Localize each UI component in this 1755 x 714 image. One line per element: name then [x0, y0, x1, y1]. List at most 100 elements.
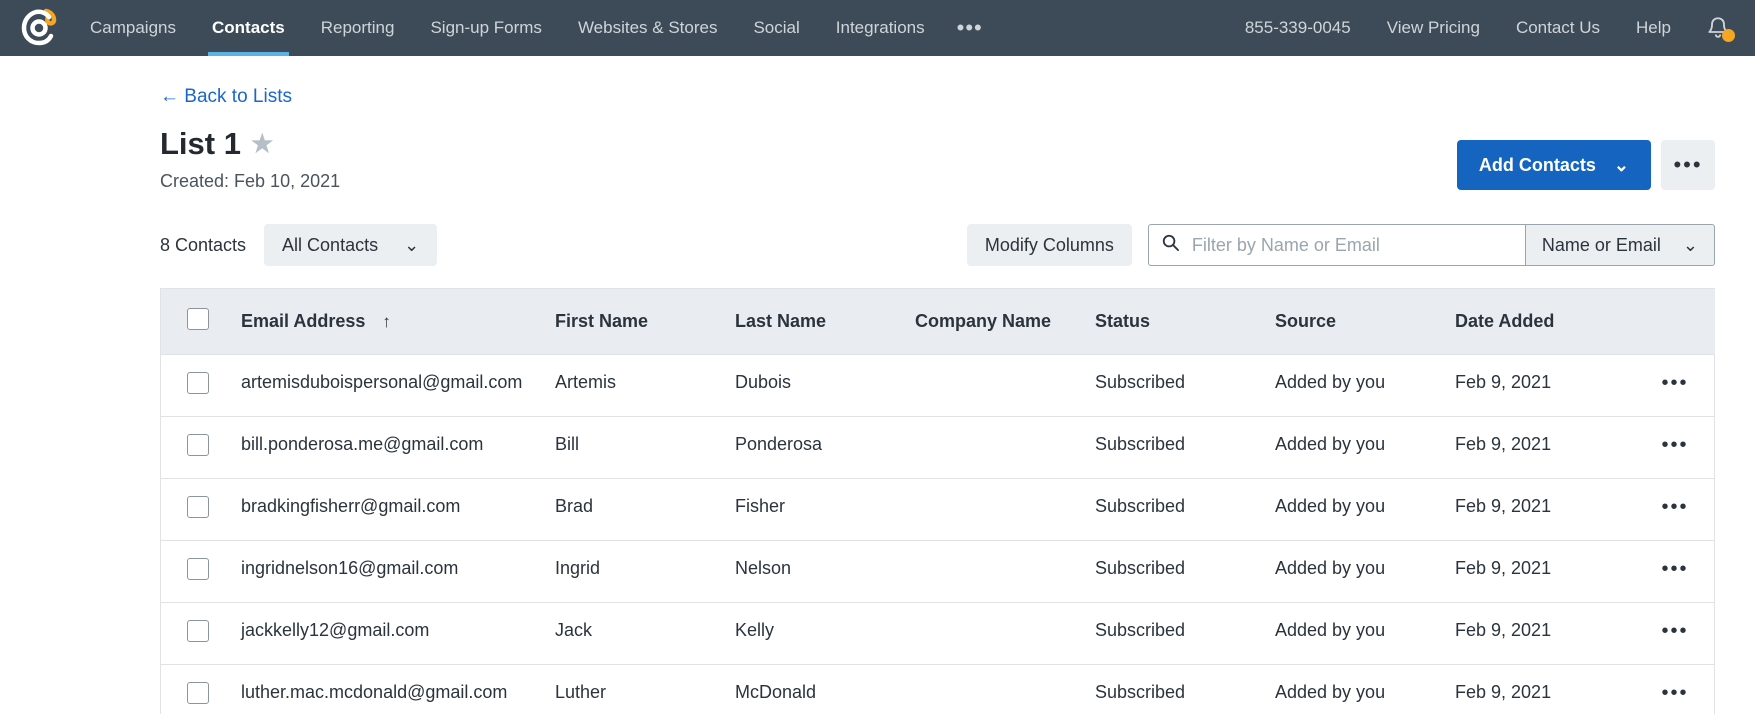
cell-company-name: [915, 416, 1095, 479]
chevron-down-icon: ⌄: [1613, 154, 1629, 175]
row-select-cell: [161, 354, 241, 417]
nav-item-label: Campaigns: [90, 18, 176, 37]
cell-company-name: [915, 354, 1095, 417]
column-header-label: Status: [1095, 311, 1151, 331]
cell-date-added: Feb 9, 2021: [1455, 540, 1635, 603]
contacts-table: Email Address ↑ First Name Last Name Com…: [161, 289, 1715, 714]
cell-status: Subscribed: [1095, 416, 1275, 479]
nav-item-signup-forms[interactable]: Sign-up Forms: [412, 0, 559, 56]
cell-date-added: Feb 9, 2021: [1455, 664, 1635, 714]
cell-source: Added by you: [1275, 602, 1455, 665]
row-checkbox[interactable]: [187, 434, 209, 456]
nav-item-help[interactable]: Help: [1618, 0, 1689, 56]
row-select-cell: [161, 416, 241, 479]
cell-email: ingridnelson16@gmail.com: [241, 540, 555, 603]
toolbar-right-group: Modify Columns Name or Email ⌄: [966, 224, 1715, 266]
row-actions-menu[interactable]: •••: [1635, 354, 1715, 417]
modify-columns-button[interactable]: Modify Columns: [966, 224, 1132, 266]
search-scope-select[interactable]: Name or Email ⌄: [1525, 224, 1715, 266]
column-header-first-name[interactable]: First Name: [555, 289, 735, 355]
cell-date-added: Feb 9, 2021: [1455, 416, 1635, 479]
cell-first-name: Jack: [555, 602, 735, 665]
search-input[interactable]: [1191, 234, 1513, 256]
select-all-header: [161, 289, 241, 355]
select-all-checkbox[interactable]: [187, 308, 209, 330]
column-header-company-name[interactable]: Company Name: [915, 289, 1095, 355]
nav-item-view-pricing[interactable]: View Pricing: [1369, 0, 1498, 56]
contacts-count-label: 8 Contacts: [160, 234, 247, 255]
list-title-block: List 1 ★ Created: Feb 10, 2021: [160, 126, 1515, 192]
column-header-status[interactable]: Status: [1095, 289, 1275, 355]
nav-item-reporting[interactable]: Reporting: [303, 0, 413, 56]
row-checkbox[interactable]: [187, 496, 209, 518]
row-select-cell: [161, 602, 241, 665]
add-contacts-button[interactable]: Add Contacts ⌄: [1456, 140, 1651, 190]
table-row[interactable]: artemisduboispersonal@gmail.com Artemis Du…: [161, 354, 1715, 417]
contacts-table-head: Email Address ↑ First Name Last Name Com…: [161, 289, 1715, 355]
chevron-down-icon: ⌄: [404, 234, 420, 255]
table-row[interactable]: bradkingfisherr@gmail.com Brad Fisher Subsc…: [161, 478, 1715, 541]
row-actions-menu[interactable]: •••: [1635, 540, 1715, 603]
row-actions-menu[interactable]: •••: [1635, 602, 1715, 665]
column-header-last-name[interactable]: Last Name: [735, 289, 915, 355]
nav-item-label: Reporting: [320, 18, 395, 37]
ellipsis-icon: •••: [1673, 152, 1703, 177]
row-select-cell: [161, 478, 241, 541]
table-row[interactable]: ingridnelson16@gmail.com Ingrid Nelson Subs…: [161, 540, 1715, 603]
column-header-email[interactable]: Email Address ↑: [241, 289, 555, 355]
table-row[interactable]: luther.mac.mcdonald@gmail.com Luther McDon…: [161, 664, 1715, 714]
nav-item-integrations[interactable]: Integrations: [818, 0, 943, 56]
nav-item-contact-us[interactable]: Contact Us: [1498, 0, 1618, 56]
row-checkbox[interactable]: [187, 620, 209, 642]
table-row[interactable]: bill.ponderosa.me@gmail.com Bill Ponderosa…: [161, 416, 1715, 479]
list-more-actions-button[interactable]: •••: [1661, 140, 1715, 190]
cell-email: luther.mac.mcdonald@gmail.com: [241, 664, 555, 714]
column-header-source[interactable]: Source: [1275, 289, 1455, 355]
cell-company-name: [915, 540, 1095, 603]
top-navigation-bar: Campaigns Contacts Reporting Sign-up For…: [0, 0, 1755, 56]
page-title-text: List 1: [160, 126, 241, 161]
cell-first-name: Brad: [555, 478, 735, 541]
row-checkbox[interactable]: [187, 558, 209, 580]
favorite-star-icon[interactable]: ★: [251, 131, 273, 157]
nav-item-campaigns[interactable]: Campaigns: [72, 0, 194, 56]
cell-last-name: Dubois: [735, 354, 915, 417]
row-checkbox[interactable]: [187, 682, 209, 704]
row-actions-menu[interactable]: •••: [1635, 478, 1715, 541]
cell-company-name: [915, 602, 1095, 665]
column-header-date-added[interactable]: Date Added: [1455, 289, 1635, 355]
sort-ascending-icon: ↑: [382, 312, 391, 331]
search-scope-value: Name or Email: [1541, 234, 1661, 255]
back-to-lists-link[interactable]: ← Back to Lists: [160, 86, 292, 108]
contacts-filter-select[interactable]: All Contacts ⌄: [264, 224, 438, 266]
contacts-toolbar: 8 Contacts All Contacts ⌄ Modify Columns…: [160, 224, 1715, 266]
notification-bell-icon[interactable]: [1689, 0, 1737, 56]
row-actions-menu[interactable]: •••: [1635, 664, 1715, 714]
cell-email: bradkingfisherr@gmail.com: [241, 478, 555, 541]
row-checkbox[interactable]: [187, 372, 209, 394]
nav-item-label: View Pricing: [1386, 18, 1480, 37]
nav-more-label: •••: [956, 15, 983, 40]
cell-source: Added by you: [1275, 354, 1455, 417]
nav-item-label: Integrations: [835, 18, 925, 37]
nav-item-label: Websites & Stores: [577, 18, 718, 37]
table-row[interactable]: jackkelly12@gmail.com Jack Kelly Subscribed…: [161, 602, 1715, 665]
nav-more-menu-icon[interactable]: •••: [943, 0, 997, 56]
cell-email: jackkelly12@gmail.com: [241, 602, 555, 665]
constant-contact-logo-icon[interactable]: [10, 0, 72, 56]
contacts-table-wrapper: Email Address ↑ First Name Last Name Com…: [160, 288, 1715, 714]
column-header-label: First Name: [555, 311, 649, 331]
column-header-actions: [1635, 289, 1715, 355]
cell-first-name: Artemis: [555, 354, 735, 417]
row-actions-menu[interactable]: •••: [1635, 416, 1715, 479]
cell-first-name: Ingrid: [555, 540, 735, 603]
nav-item-websites-stores[interactable]: Websites & Stores: [560, 0, 736, 56]
cell-last-name: Fisher: [735, 478, 915, 541]
nav-item-label: Help: [1636, 18, 1671, 37]
nav-item-contacts[interactable]: Contacts: [194, 0, 303, 56]
nav-item-label: Contact Us: [1515, 18, 1601, 37]
nav-item-social[interactable]: Social: [735, 0, 817, 56]
search-field-wrapper[interactable]: [1147, 224, 1526, 266]
row-select-cell: [161, 664, 241, 714]
list-created-date: Created: Feb 10, 2021: [160, 171, 341, 191]
